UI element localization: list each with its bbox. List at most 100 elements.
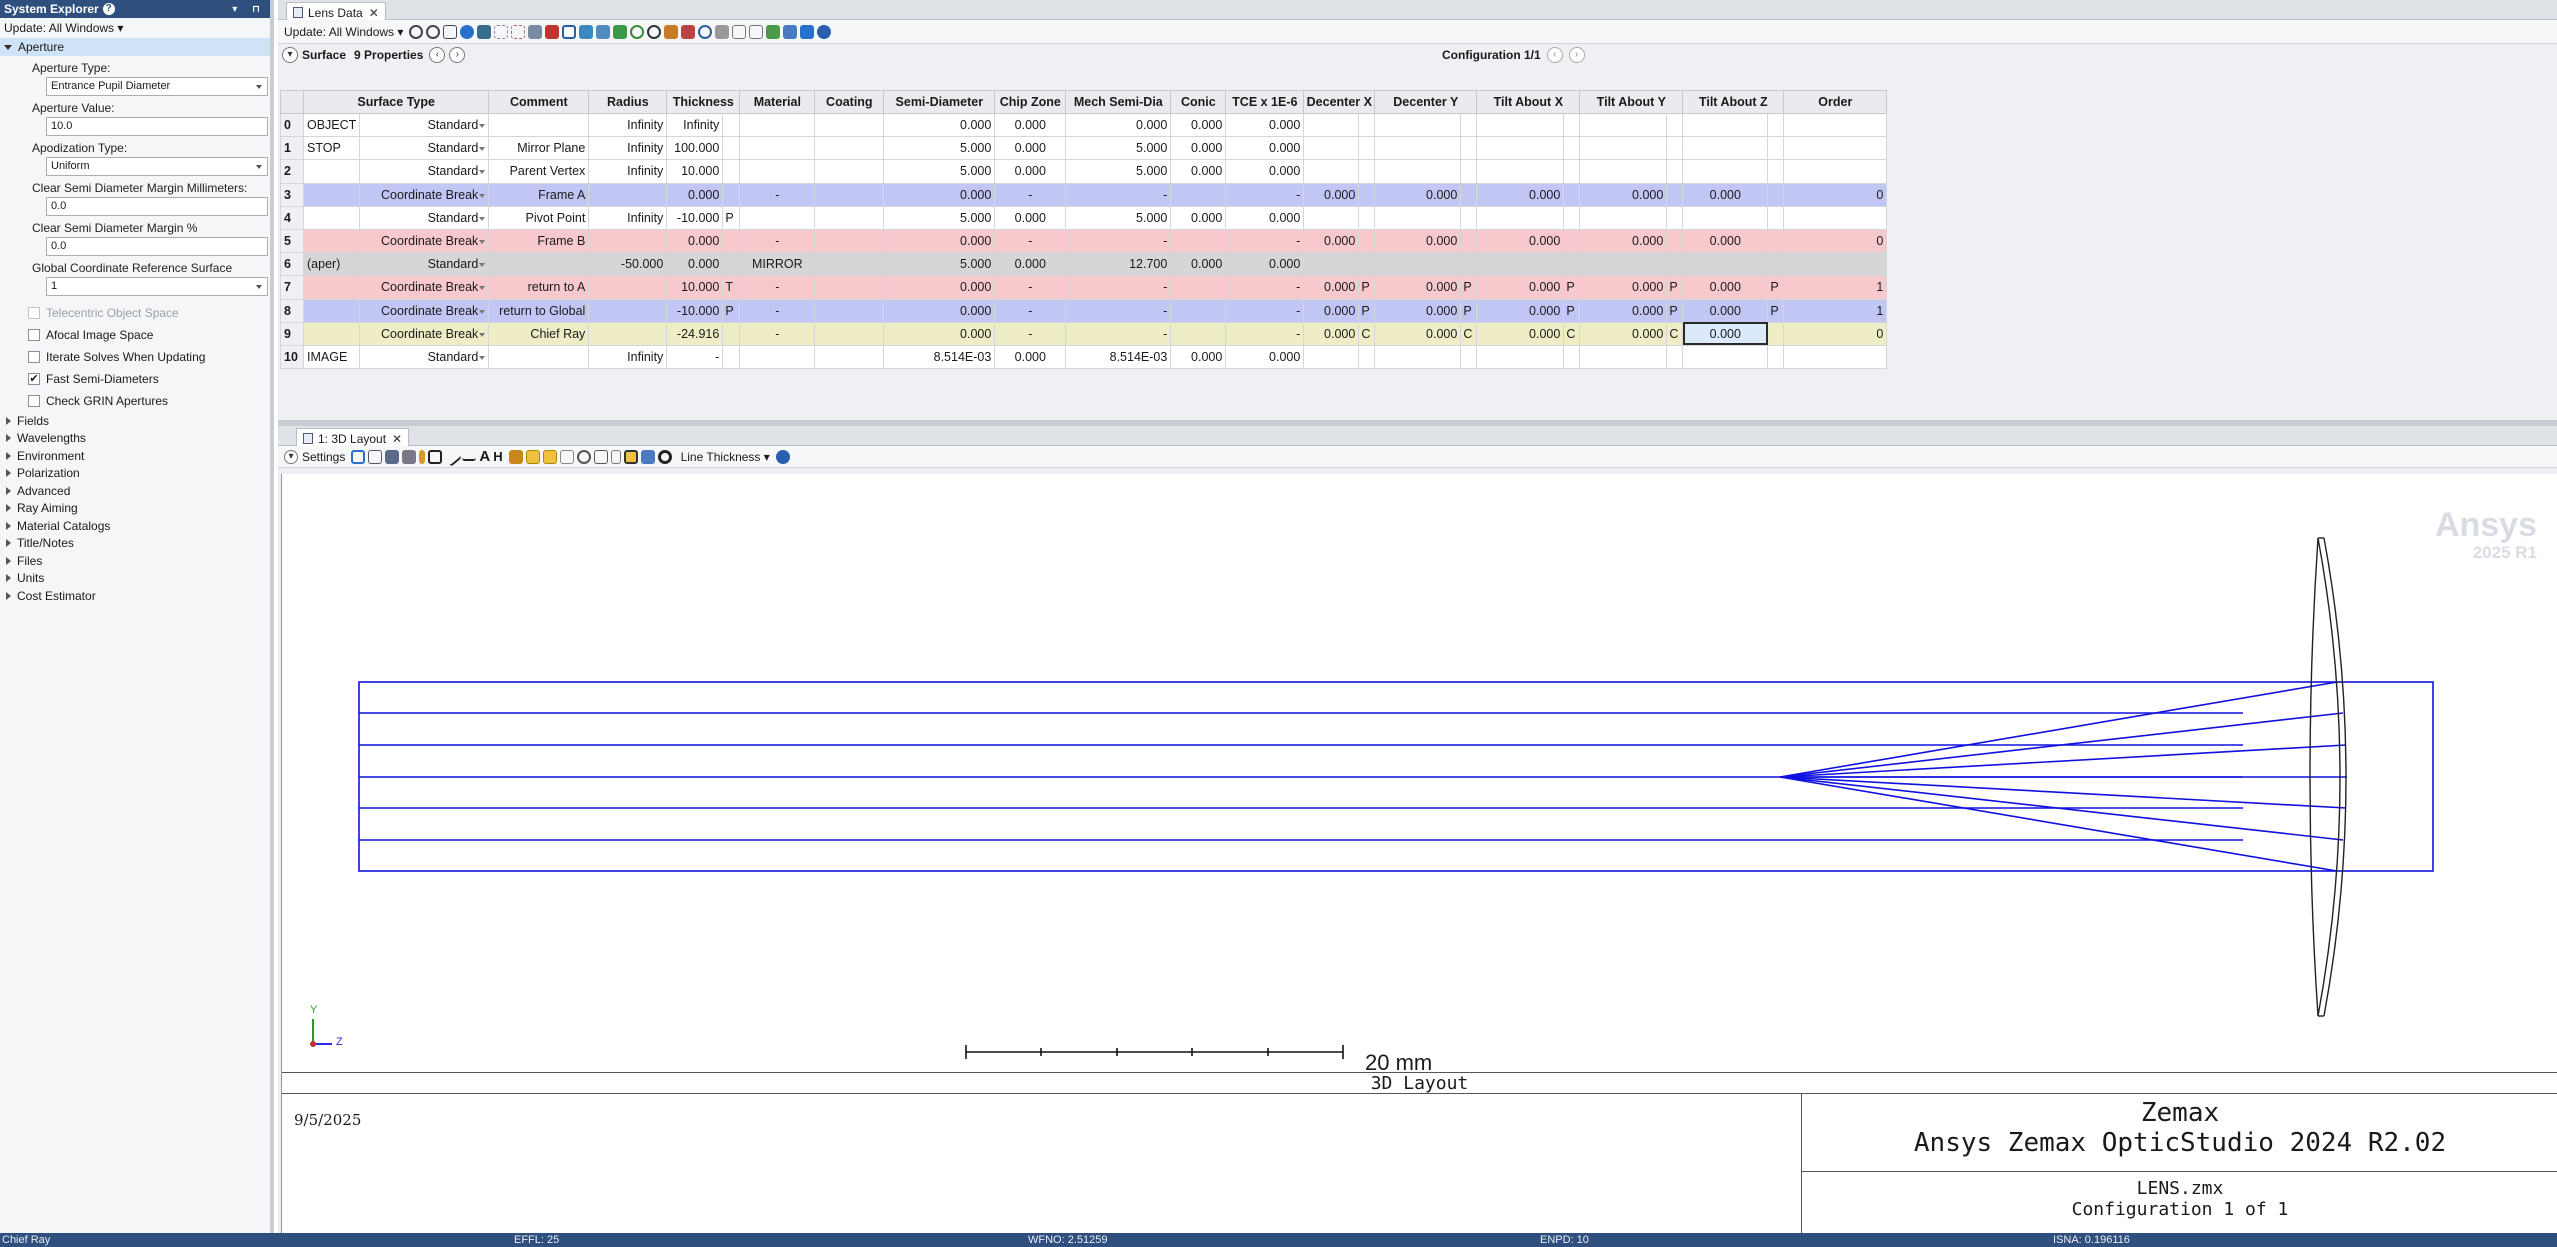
- checkbox-row[interactable]: Check GRIN Apertures: [0, 390, 270, 412]
- checkbox-row[interactable]: Iterate Solves When Updating: [0, 346, 270, 368]
- cell-tz[interactable]: 0.000: [1682, 298, 1769, 323]
- tilt-icon[interactable]: [579, 24, 594, 39]
- cell-tz-s[interactable]: [1767, 159, 1785, 184]
- cell-semi[interactable]: 0.000: [883, 321, 996, 346]
- cell-dx-s[interactable]: [1358, 159, 1376, 184]
- cell-order[interactable]: [1783, 205, 1888, 230]
- lde-update-dropdown[interactable]: Update: All Windows ▾: [284, 25, 403, 39]
- target-icon[interactable]: [657, 449, 672, 464]
- cell-type[interactable]: Coordinate Break: [359, 228, 490, 254]
- tilt-decenter-icon[interactable]: [613, 24, 628, 39]
- cell-conic[interactable]: 0.000: [1170, 344, 1227, 370]
- col-header-tilt-z[interactable]: Tilt About Z: [1682, 90, 1785, 114]
- cell-semi[interactable]: 5.000: [883, 159, 996, 184]
- cell-thickness[interactable]: 100.000: [666, 136, 724, 161]
- cell-chip[interactable]: 0.000: [994, 136, 1067, 161]
- cell-dy[interactable]: [1374, 205, 1462, 230]
- cell-mech[interactable]: 12.700: [1065, 252, 1172, 277]
- cell-radius[interactable]: [588, 321, 668, 346]
- cell-ty[interactable]: 0.000: [1579, 228, 1668, 254]
- cell-ty[interactable]: 0.000: [1579, 275, 1668, 300]
- cell-th-solve[interactable]: [722, 321, 741, 346]
- solve-icon[interactable]: [511, 24, 526, 39]
- apodization-type-select[interactable]: Uniform: [46, 157, 268, 176]
- cell-tx-s[interactable]: [1563, 205, 1581, 230]
- cell-material[interactable]: -: [739, 228, 816, 254]
- checkbox[interactable]: [28, 395, 40, 407]
- cell-coating[interactable]: [814, 136, 885, 161]
- cell-chip[interactable]: 0.000: [994, 159, 1067, 184]
- cell-dx[interactable]: 0.000: [1303, 182, 1360, 207]
- rectangle-icon[interactable]: [428, 449, 443, 464]
- help-icon[interactable]: [817, 24, 832, 39]
- cell-coating[interactable]: [814, 298, 885, 323]
- cell-tce[interactable]: 0.000: [1225, 112, 1305, 138]
- surface-row[interactable]: 6 (aper) Standard -50.000 0.000 MIRROR 5.000 0.…: [280, 252, 1888, 277]
- cell-dx[interactable]: 0.000: [1303, 228, 1360, 254]
- cell-mech[interactable]: 8.514E-03: [1065, 344, 1172, 370]
- cell-material[interactable]: [739, 159, 816, 184]
- cell-tz[interactable]: 0.000: [1682, 321, 1769, 346]
- globe-icon[interactable]: [460, 24, 475, 39]
- cell-type[interactable]: Standard: [359, 159, 490, 184]
- cell-dy-s[interactable]: P: [1460, 275, 1478, 300]
- cell-name[interactable]: [302, 275, 361, 300]
- cell-dy[interactable]: [1374, 112, 1462, 138]
- cell-tx[interactable]: 0.000: [1476, 228, 1565, 254]
- cell-thickness[interactable]: 0.000: [666, 228, 724, 254]
- cell-dy[interactable]: 0.000: [1374, 298, 1462, 323]
- cell-semi[interactable]: 5.000: [883, 252, 996, 277]
- cell-conic[interactable]: [1170, 182, 1227, 207]
- cell-mech[interactable]: 0.000: [1065, 112, 1172, 138]
- cell-thickness[interactable]: -: [666, 344, 724, 370]
- group-material-catalogs[interactable]: Material Catalogs: [0, 517, 270, 535]
- cell-ty-s[interactable]: [1666, 159, 1684, 184]
- axis-icon[interactable]: [508, 449, 523, 464]
- cell-order[interactable]: 0: [1783, 182, 1888, 207]
- cell-order[interactable]: 0: [1783, 321, 1888, 346]
- col-header-conic[interactable]: Conic: [1170, 90, 1227, 114]
- cell-comment[interactable]: Mirror Plane: [488, 136, 590, 161]
- cell-order[interactable]: [1783, 136, 1888, 161]
- cell-semi[interactable]: 0.000: [883, 275, 996, 300]
- cell-th-solve[interactable]: [722, 228, 741, 254]
- cell-tz[interactable]: [1682, 205, 1769, 230]
- cell-dx[interactable]: [1303, 112, 1360, 138]
- arrows-icon[interactable]: [766, 24, 781, 39]
- cell-dx-s[interactable]: [1358, 344, 1376, 370]
- help-icon[interactable]: ?: [102, 3, 115, 15]
- cell-dx-s[interactable]: [1358, 228, 1376, 254]
- group-polarization[interactable]: Polarization: [0, 465, 270, 483]
- surface-row[interactable]: 2 Standard Parent Vertex Infinity 10.000 5.00…: [280, 159, 1888, 184]
- zoom-icon[interactable]: [576, 449, 591, 464]
- cell-material[interactable]: [739, 112, 816, 138]
- cell-tce[interactable]: -: [1225, 321, 1305, 346]
- cell-ty[interactable]: [1579, 159, 1668, 184]
- arrow-line-icon[interactable]: [442, 446, 463, 467]
- group-environment[interactable]: Environment: [0, 447, 270, 465]
- group-fields[interactable]: Fields: [0, 412, 270, 430]
- cell-tx[interactable]: [1476, 159, 1565, 184]
- lock-icon[interactable]: [610, 449, 621, 464]
- cell-tx-s[interactable]: C: [1563, 321, 1581, 346]
- surface-row[interactable]: 4 Standard Pivot Point Infinity -10.000 P 5.00…: [280, 205, 1888, 230]
- line-thickness-dropdown[interactable]: Line Thickness ▾: [681, 450, 770, 464]
- cell-mech[interactable]: -: [1065, 228, 1172, 254]
- cell-type[interactable]: Coordinate Break: [359, 321, 490, 346]
- refresh-icon[interactable]: [351, 449, 366, 464]
- cell-dy-s[interactable]: [1460, 136, 1478, 161]
- ring-icon[interactable]: [630, 24, 645, 39]
- cell-thickness[interactable]: 0.000: [666, 252, 724, 277]
- cell-comment[interactable]: [488, 344, 590, 370]
- cell-th-solve[interactable]: P: [722, 205, 741, 230]
- cell-th-solve[interactable]: [722, 252, 741, 277]
- cell-conic[interactable]: 0.000: [1170, 159, 1227, 184]
- cell-mech[interactable]: -: [1065, 275, 1172, 300]
- cell-ty-s[interactable]: P: [1666, 275, 1684, 300]
- cell-material[interactable]: [739, 136, 816, 161]
- cell-dy-s[interactable]: [1460, 228, 1478, 254]
- cell-comment[interactable]: Frame B: [488, 228, 590, 254]
- cell-chip[interactable]: 0.000: [994, 344, 1067, 370]
- cell-dx[interactable]: 0.000: [1303, 275, 1360, 300]
- cell-tx-s[interactable]: [1563, 182, 1581, 207]
